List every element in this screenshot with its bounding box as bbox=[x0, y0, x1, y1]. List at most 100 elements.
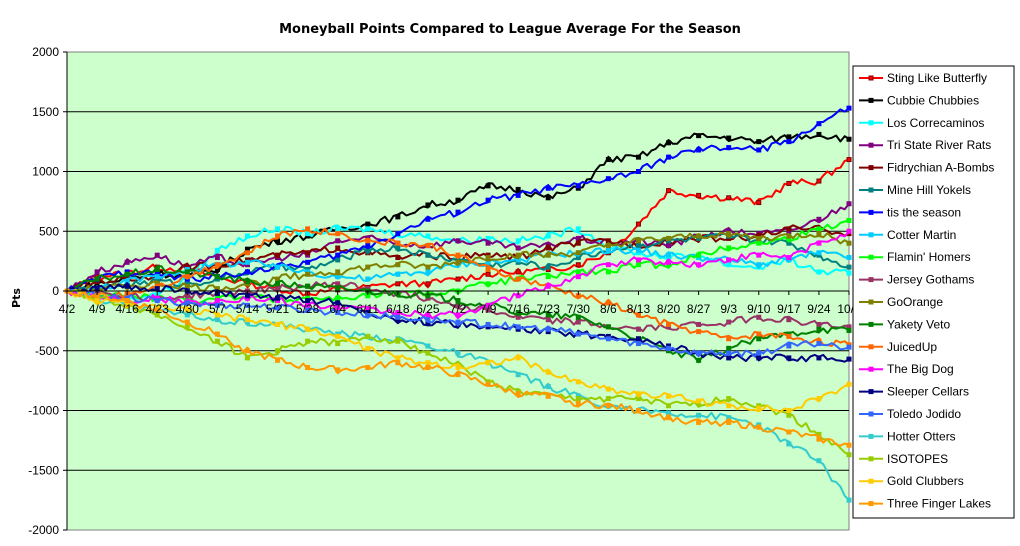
data-point bbox=[244, 259, 250, 265]
data-point bbox=[395, 281, 401, 287]
data-point bbox=[275, 264, 281, 270]
x-tick-label: 7/16 bbox=[506, 302, 530, 316]
legend-marker bbox=[868, 277, 874, 283]
data-point bbox=[575, 331, 581, 337]
data-point bbox=[786, 429, 792, 435]
data-point bbox=[726, 231, 732, 237]
data-point bbox=[816, 178, 822, 184]
data-point bbox=[666, 243, 672, 249]
legend-marker bbox=[868, 478, 874, 484]
data-point bbox=[184, 274, 190, 280]
data-point bbox=[395, 262, 401, 268]
data-point bbox=[635, 326, 641, 332]
data-point bbox=[94, 269, 100, 275]
data-point bbox=[605, 396, 611, 402]
data-point bbox=[455, 364, 461, 370]
data-point bbox=[545, 274, 551, 280]
data-point bbox=[726, 345, 732, 351]
data-point bbox=[635, 341, 641, 347]
data-point bbox=[184, 269, 190, 275]
data-point bbox=[605, 262, 611, 268]
data-point bbox=[395, 240, 401, 246]
data-point bbox=[305, 226, 311, 232]
data-point bbox=[666, 259, 672, 265]
data-point bbox=[275, 226, 281, 232]
legend-label: The Big Dog bbox=[887, 362, 954, 376]
data-point bbox=[816, 436, 822, 442]
data-point bbox=[756, 235, 762, 241]
data-point bbox=[455, 350, 461, 356]
data-point bbox=[726, 257, 732, 263]
data-point bbox=[575, 379, 581, 385]
data-point bbox=[365, 364, 371, 370]
data-point bbox=[786, 408, 792, 413]
data-point bbox=[545, 384, 551, 390]
legend-marker bbox=[868, 97, 874, 103]
data-point bbox=[485, 240, 491, 246]
data-point bbox=[545, 369, 551, 375]
data-point bbox=[335, 257, 341, 263]
legend-label: Toledo Jodido bbox=[887, 407, 961, 421]
legend-label: Fidrychian A-Bombs bbox=[887, 161, 994, 175]
x-tick-label: 9/10 bbox=[747, 302, 771, 316]
data-point bbox=[816, 341, 822, 347]
x-tick-label: 8/20 bbox=[657, 302, 681, 316]
y-tick-label: -1500 bbox=[28, 463, 59, 477]
data-point bbox=[515, 324, 521, 330]
data-point bbox=[515, 252, 521, 258]
data-point bbox=[305, 338, 311, 344]
data-point bbox=[846, 105, 852, 111]
data-point bbox=[605, 336, 611, 342]
data-point bbox=[214, 247, 220, 253]
data-point bbox=[726, 319, 732, 325]
data-point bbox=[786, 134, 792, 140]
data-point bbox=[154, 274, 160, 280]
legend-marker bbox=[868, 299, 874, 305]
data-point bbox=[365, 243, 371, 249]
data-point bbox=[305, 231, 311, 237]
data-point bbox=[635, 391, 641, 397]
y-tick-label: 1000 bbox=[32, 165, 59, 179]
data-point bbox=[696, 262, 702, 268]
data-point bbox=[635, 408, 641, 413]
x-tick-label: 7/30 bbox=[567, 302, 591, 316]
data-point bbox=[666, 321, 672, 327]
y-tick-label: -1000 bbox=[28, 404, 59, 418]
data-point bbox=[726, 355, 732, 361]
data-point bbox=[846, 228, 852, 234]
data-point bbox=[816, 216, 822, 222]
data-point bbox=[756, 240, 762, 246]
x-tick-label: 6/4 bbox=[329, 302, 346, 316]
data-point bbox=[335, 226, 341, 232]
legend-marker bbox=[868, 187, 874, 193]
data-point bbox=[425, 233, 431, 239]
data-point bbox=[545, 393, 551, 399]
y-tick-label: -500 bbox=[35, 344, 59, 358]
data-point bbox=[816, 396, 822, 402]
data-point bbox=[425, 216, 431, 222]
x-tick-label: 4/16 bbox=[115, 302, 139, 316]
data-point bbox=[395, 245, 401, 251]
x-tick-label: 9/24 bbox=[807, 302, 831, 316]
x-tick-label: 5/7 bbox=[209, 302, 226, 316]
data-point bbox=[726, 396, 732, 402]
data-point bbox=[756, 252, 762, 258]
x-tick-label: 9/3 bbox=[720, 302, 737, 316]
data-point bbox=[545, 317, 551, 323]
data-point bbox=[94, 286, 100, 292]
data-point bbox=[635, 336, 641, 342]
data-point bbox=[635, 257, 641, 263]
legend-label: Gold Clubbers bbox=[887, 474, 964, 488]
legend-label: Cotter Martin bbox=[887, 228, 956, 242]
x-tick-label: 5/21 bbox=[266, 302, 290, 316]
data-point bbox=[154, 252, 160, 258]
data-point bbox=[666, 235, 672, 241]
x-tick-label: 5/14 bbox=[236, 302, 260, 316]
data-point bbox=[545, 185, 551, 191]
data-point bbox=[425, 269, 431, 275]
data-point bbox=[275, 348, 281, 354]
data-point bbox=[335, 231, 341, 237]
legend-box bbox=[852, 65, 1015, 519]
data-point bbox=[816, 131, 822, 137]
data-point bbox=[696, 252, 702, 258]
